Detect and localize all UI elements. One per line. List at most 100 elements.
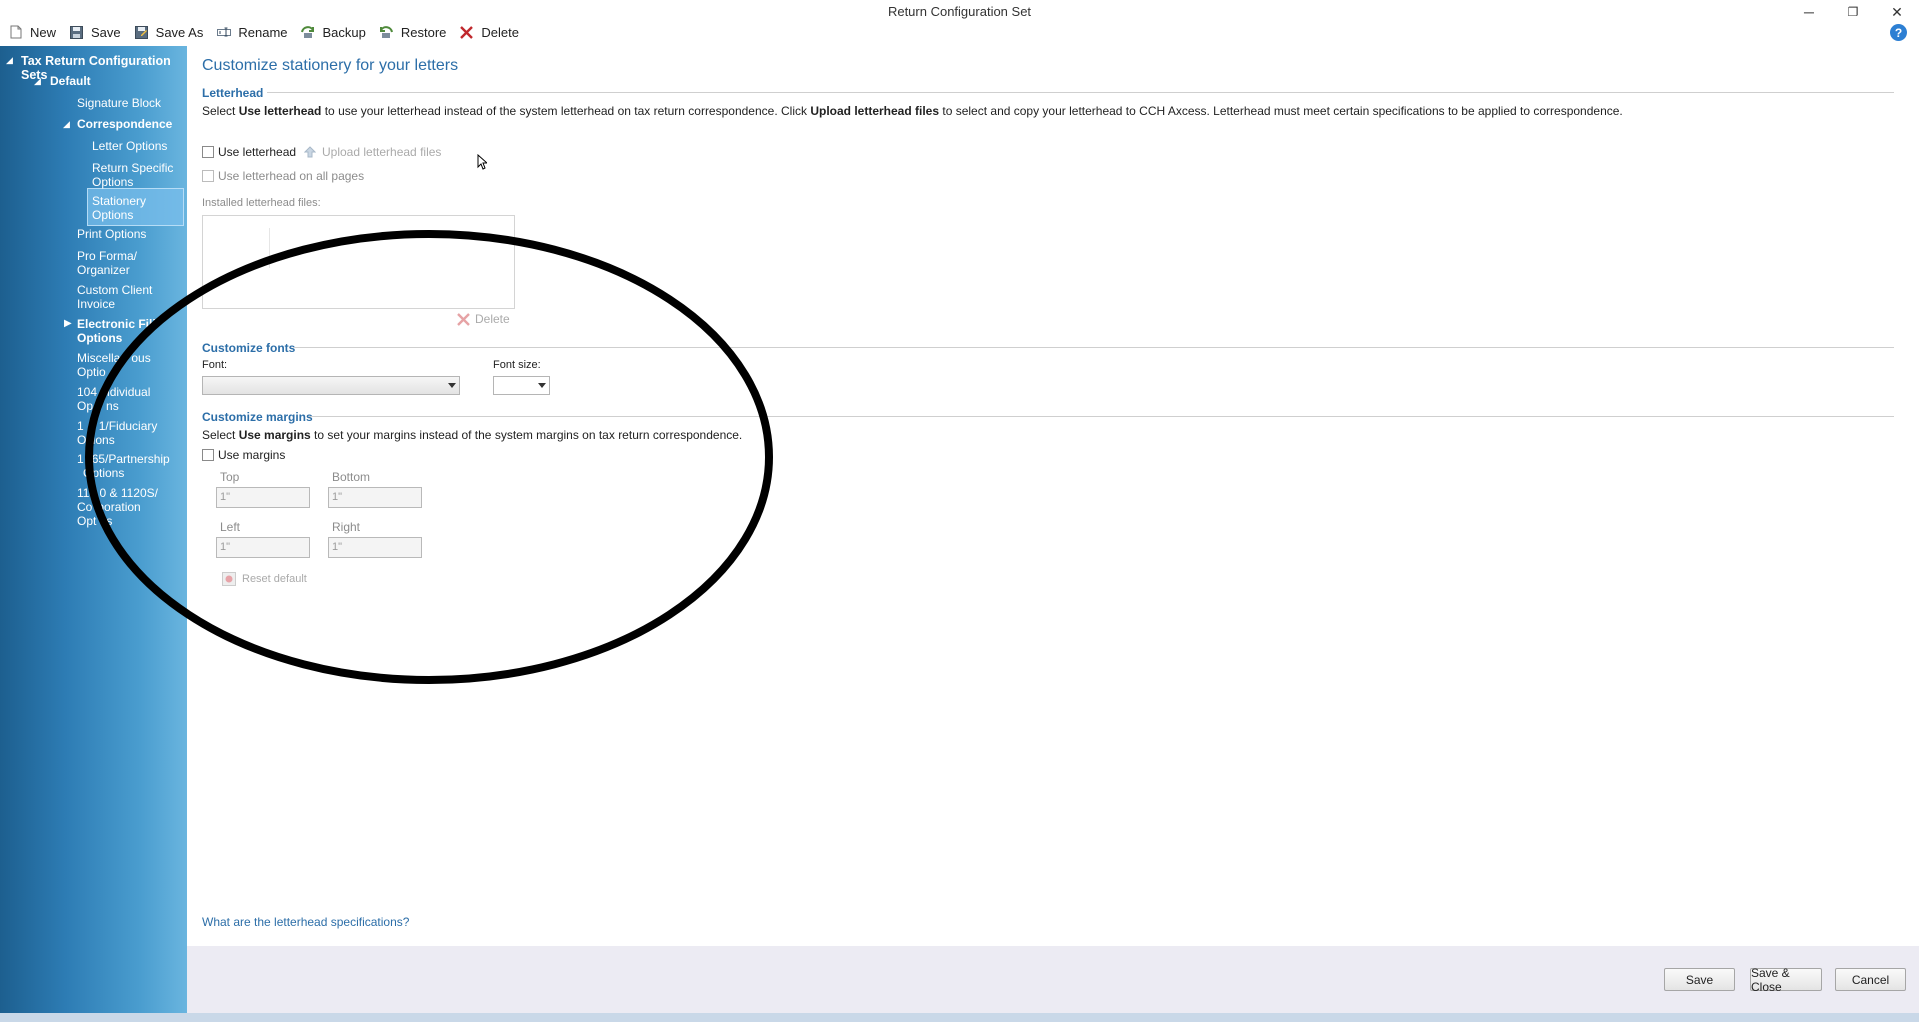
expanded-arrow-icon: ◢ (63, 119, 70, 129)
section-divider (267, 92, 1894, 93)
tree-label-line: 1 1/Fiduciary (77, 419, 157, 433)
desc-text: Select (202, 428, 239, 442)
checkbox-box[interactable] (202, 170, 214, 182)
cancel-button[interactable]: Cancel (1835, 968, 1906, 991)
font-size-dropdown[interactable] (493, 376, 550, 395)
use-margins-label: Use margins (218, 448, 286, 462)
checkbox-box[interactable] (202, 146, 214, 158)
backup-button[interactable]: Backup (297, 21, 371, 43)
tree-root[interactable]: Tax Return Configuration Sets (21, 54, 187, 82)
save-toolbar-button[interactable]: Save (65, 21, 126, 43)
letterhead-section-title: Letterhead (202, 86, 264, 100)
rename-button[interactable]: Rename (212, 21, 292, 43)
save-label: Save (91, 24, 121, 40)
tree-label-line: Invoice (77, 297, 116, 311)
mouse-cursor-icon (477, 154, 487, 170)
tree-label-part: poration (97, 500, 141, 514)
tree-label-line: Opt s (77, 514, 158, 528)
fonts-section-title: Customize fonts (202, 341, 296, 355)
tree-label-line: Options (92, 208, 134, 222)
tree-label-part: Op (77, 399, 94, 413)
desc-text: Select (202, 104, 239, 118)
save-as-button[interactable]: Save As (130, 21, 209, 43)
tree-return-specific[interactable]: Return Specific Options (92, 161, 173, 189)
margins-section-title: Customize margins (202, 410, 313, 424)
all-pages-label: Use letterhead on all pages (218, 169, 365, 183)
sidebar-tree: ◢ Tax Return Configuration Sets ◢ Defaul… (0, 46, 187, 1013)
save-button[interactable]: Save (1664, 968, 1735, 991)
chevron-down-icon (538, 383, 546, 388)
new-button[interactable]: New (4, 21, 61, 43)
delete-letterhead-button[interactable]: Delete (457, 312, 510, 326)
backup-label: Backup (322, 24, 366, 40)
tree-custom-invoice[interactable]: Custom Client Invoice (77, 283, 152, 311)
right-margin-label: Right (332, 520, 361, 534)
tree-label-line: Organizer (77, 263, 130, 277)
tree-signature-block[interactable]: Signature Block (77, 96, 161, 110)
tree-label-line: Stationery (92, 194, 147, 208)
tree-1120-corporation[interactable]: 11 0 & 1120S/ Co poration Opt s (77, 486, 158, 528)
upload-letterhead-button[interactable]: Upload letterhead files (304, 145, 441, 159)
tree-1065-partnership[interactable]: 1 65/Partnership Options (77, 452, 170, 480)
restore-toolbar-button[interactable]: Restore (375, 21, 452, 43)
tree-stationery-options[interactable]: Stationery Options (92, 194, 146, 222)
tree-label-line: Return Specific (92, 161, 174, 175)
tree-label-part: 0 & 1120S/ (99, 486, 158, 500)
list-column-divider (269, 228, 270, 268)
tree-label-line: Op ns (77, 399, 150, 413)
tree-label-line: Otions (77, 433, 157, 447)
tree-correspondence[interactable]: Correspondence (77, 117, 172, 131)
minimize-button[interactable]: ─ (1787, 0, 1831, 24)
tree-label-line: Options (92, 175, 134, 189)
delete-toolbar-button[interactable]: Delete (455, 21, 524, 43)
footer-bar: Save Save & Close Cancel (187, 946, 1919, 1013)
reset-icon (222, 572, 236, 586)
tree-label-part: ns (106, 399, 119, 413)
delete-label: Delete (475, 312, 510, 326)
tree-1040-individual[interactable]: 104 ndividual Op ns (77, 385, 150, 413)
new-document-icon (8, 25, 23, 40)
top-margin-input[interactable]: 1" (216, 487, 310, 508)
letterhead-specifications-link[interactable]: What are the letterhead specifications? (202, 915, 409, 929)
left-margin-label: Left (220, 520, 241, 534)
save-and-close-button[interactable]: Save & Close (1750, 966, 1822, 994)
tree-print-options[interactable]: Print Options (77, 227, 146, 241)
backup-icon (301, 25, 316, 40)
reset-default-label: Reset default (242, 573, 307, 585)
tree-1041-fiduciary[interactable]: 1 1/Fiduciary Otions (77, 419, 157, 447)
font-dropdown[interactable] (202, 376, 460, 395)
restore-button[interactable]: ❐ (1831, 0, 1875, 24)
tree-label-part: O (77, 433, 87, 447)
tree-label-part: tions (89, 433, 115, 447)
rename-label: Rename (238, 24, 288, 40)
restore-icon (379, 25, 394, 40)
right-margin-input[interactable]: 1" (328, 537, 422, 558)
top-margin-label: Top (220, 470, 240, 484)
installed-files-list[interactable] (202, 215, 515, 309)
tree-label-line: Co poration (77, 500, 158, 514)
delete-x-icon (457, 312, 470, 326)
reset-default-button[interactable]: Reset default (222, 572, 307, 586)
expanded-arrow-icon: ◢ (6, 55, 13, 65)
tree-label-line: Electronic Fili (77, 317, 156, 331)
tree-default[interactable]: Default (50, 74, 91, 88)
delete-x-icon (459, 25, 474, 40)
help-icon[interactable]: ? (1890, 24, 1907, 41)
tree-label-part: s (106, 514, 113, 528)
letterhead-all-pages-checkbox[interactable]: Use letterhead on all pages (202, 169, 364, 183)
tree-pro-forma[interactable]: Pro Forma/ Organizer (77, 249, 137, 277)
use-margins-checkbox[interactable]: Use margins (202, 448, 285, 462)
save-as-icon (134, 25, 149, 40)
tree-miscellaneous[interactable]: Miscella ous Optio (77, 351, 151, 379)
tree-label-part: ous (131, 351, 151, 365)
rename-icon (216, 25, 231, 40)
tree-letter-options[interactable]: Letter Options (92, 139, 167, 153)
use-letterhead-checkbox[interactable]: Use letterhead (202, 145, 296, 159)
left-margin-input[interactable]: 1" (216, 537, 310, 558)
tree-label-part: 65/Partnership (91, 452, 170, 466)
bottom-margin-input[interactable]: 1" (328, 487, 422, 508)
tree-electronic-filing[interactable]: Electronic Fili Options (77, 317, 156, 345)
checkbox-box[interactable] (202, 449, 214, 461)
close-window-button[interactable]: ✕ (1875, 0, 1919, 24)
save-as-label: Save As (155, 24, 204, 40)
